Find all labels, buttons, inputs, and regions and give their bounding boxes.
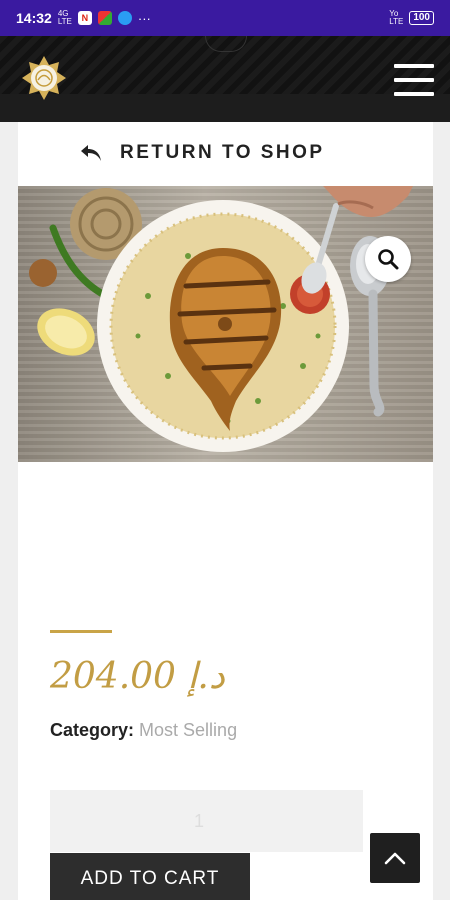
volte-indicator: Yo LTE <box>389 10 403 26</box>
notification-app-icon <box>97 11 112 25</box>
product-price: 204.00 د.إ <box>50 656 225 697</box>
notification-app-icon: N <box>77 11 92 25</box>
scroll-to-top-button[interactable] <box>370 833 420 883</box>
notification-app-icon <box>117 11 132 25</box>
menu-bar <box>394 64 434 68</box>
status-right: Yo LTE 100 <box>389 10 434 26</box>
category-link[interactable]: Most Selling <box>139 720 237 740</box>
status-time: 14:32 <box>16 10 52 26</box>
more-notifications-icon: ··· <box>137 10 151 26</box>
status-left: 14:32 4G LTE N ··· <box>16 10 151 27</box>
site-logo[interactable] <box>20 54 68 102</box>
gold-divider <box>50 630 112 633</box>
add-to-cart-button[interactable]: ADD TO CART <box>50 853 250 900</box>
menu-bar <box>394 78 434 82</box>
quantity-input[interactable] <box>50 790 363 852</box>
product-category: Category: Most Selling <box>50 720 237 741</box>
return-to-shop-link[interactable]: RETURN TO SHOP <box>80 142 325 164</box>
magnifier-icon <box>378 249 399 270</box>
battery-icon: 100 <box>409 11 434 25</box>
volte-bottom: LTE <box>389 17 404 26</box>
reply-arrow-icon <box>81 145 101 161</box>
network-subtype: LTE <box>57 17 72 26</box>
fish-rice-dish-image <box>29 186 413 452</box>
header-ornament <box>205 36 247 52</box>
app-header <box>0 36 450 122</box>
chevron-up-icon <box>384 852 406 865</box>
status-bar: 14:32 4G LTE N ··· Yo LTE 100 <box>0 0 450 36</box>
network-indicator: 4G LTE <box>58 10 72 26</box>
product-image[interactable] <box>18 186 433 462</box>
product-content: RETURN TO SHOP 204.00 د.إ Category: Most… <box>18 122 433 900</box>
category-label: Category: <box>50 720 135 740</box>
ornamental-star-logo-icon <box>22 56 66 100</box>
hamburger-menu-icon[interactable] <box>394 64 434 96</box>
zoom-button[interactable] <box>365 236 411 282</box>
return-to-shop-label: RETURN TO SHOP <box>120 142 325 163</box>
menu-bar <box>394 92 434 96</box>
